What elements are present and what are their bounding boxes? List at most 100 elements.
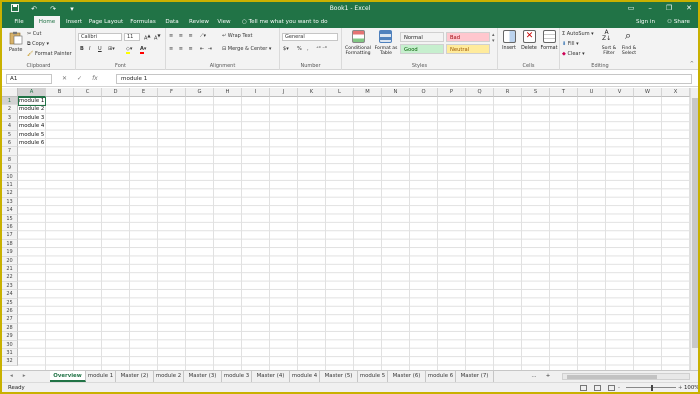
row-header-29[interactable]: 29 xyxy=(2,332,18,341)
close-icon[interactable]: ✕ xyxy=(686,4,692,12)
orientation-icon[interactable]: ⟋▾ xyxy=(200,33,206,39)
column-header-t[interactable]: T xyxy=(550,88,578,97)
delete-cells-button[interactable]: ✕ Delete xyxy=(520,30,538,60)
column-header-u[interactable]: U xyxy=(578,88,606,97)
row-header-10[interactable]: 10 xyxy=(2,172,18,181)
vertical-align-icons[interactable]: ≡ ≡ ≡ xyxy=(169,33,195,39)
row-header-13[interactable]: 13 xyxy=(2,197,18,207)
conditional-formatting-button[interactable]: Conditional Formatting xyxy=(344,30,372,62)
normal-view-icon[interactable] xyxy=(580,385,587,391)
column-header-d[interactable]: D xyxy=(102,88,130,97)
column-header-m[interactable]: M xyxy=(354,88,382,97)
row-header-17[interactable]: 17 xyxy=(2,231,18,240)
vertical-scroll-thumb[interactable] xyxy=(692,98,698,348)
share-button[interactable]: ⚇ Share xyxy=(667,16,690,28)
row-header-31[interactable]: 31 xyxy=(2,349,18,358)
row-header-25[interactable]: 25 xyxy=(2,298,18,307)
zoom-in-button[interactable]: + xyxy=(678,383,683,392)
column-header-f[interactable]: F xyxy=(158,88,186,97)
tab-insert[interactable]: Insert xyxy=(62,16,86,28)
cell-a4[interactable]: module 4 xyxy=(19,122,44,130)
style-normal[interactable]: Normal xyxy=(400,32,444,42)
more-sheets[interactable]: ... xyxy=(528,371,540,382)
cell-a2[interactable]: module 2 xyxy=(19,105,44,113)
row-header-1[interactable]: 1 xyxy=(2,97,18,106)
wrap-text-button[interactable]: ↵ Wrap Text xyxy=(222,33,253,39)
sheet-tab[interactable]: Master (3) xyxy=(184,371,222,382)
horizontal-scroll-thumb[interactable] xyxy=(567,375,657,379)
cell-a1[interactable]: module 1 xyxy=(19,97,44,105)
cancel-entry-icon[interactable]: ✕ xyxy=(62,74,67,84)
row-header-23[interactable]: 23 xyxy=(2,281,18,291)
insert-cells-button[interactable]: Insert xyxy=(500,30,518,60)
style-neutral[interactable]: Neutral xyxy=(446,44,490,54)
cell-a3[interactable]: module 3 xyxy=(19,114,44,122)
font-size-select[interactable]: 11 xyxy=(124,33,140,41)
row-header-14[interactable]: 14 xyxy=(2,206,18,215)
page-break-view-icon[interactable] xyxy=(608,385,615,391)
tab-formulas[interactable]: Formulas xyxy=(128,16,158,28)
sign-in-link[interactable]: Sign in xyxy=(636,16,655,28)
row-header-27[interactable]: 27 xyxy=(2,315,18,324)
format-as-table-button[interactable]: Format as Table xyxy=(374,30,398,62)
tab-home[interactable]: Home xyxy=(34,16,60,28)
row-header-2[interactable]: 2 xyxy=(2,105,18,114)
zoom-level[interactable]: 100% xyxy=(684,383,698,392)
column-header-c[interactable]: C xyxy=(74,88,102,97)
collapse-ribbon-icon[interactable]: ^ xyxy=(690,61,694,67)
column-header-i[interactable]: I xyxy=(242,88,270,97)
restore-icon[interactable]: ❐ xyxy=(666,4,672,12)
bold-button[interactable]: B xyxy=(80,46,84,52)
sheet-tab[interactable]: Overview xyxy=(50,371,86,382)
underline-button[interactable]: U xyxy=(98,46,102,52)
tell-me-box[interactable]: ○ Tell me what you want to do xyxy=(242,16,328,28)
styles-scroll-icon[interactable]: ▴ ▾ xyxy=(492,32,495,44)
copy-button[interactable]: ⧉ Copy ▾ xyxy=(27,41,49,47)
percent-button[interactable]: % xyxy=(297,46,302,52)
font-color-icon[interactable]: A▾ xyxy=(140,46,146,54)
column-header-a[interactable]: A xyxy=(18,88,46,97)
row-header-15[interactable]: 15 xyxy=(2,214,18,223)
comma-button[interactable]: , xyxy=(307,46,309,52)
row-header-6[interactable]: 6 xyxy=(2,139,18,148)
row-header-18[interactable]: 18 xyxy=(2,239,18,249)
sheet-tab[interactable]: Master (6) xyxy=(388,371,426,382)
row-header-8[interactable]: 8 xyxy=(2,155,18,165)
cell-a6[interactable]: module 6 xyxy=(19,139,44,147)
cell-area[interactable]: module 1 module 2 module 3 module 4 modu… xyxy=(18,97,690,370)
sheet-tab[interactable]: Master (5) xyxy=(320,371,358,382)
currency-button[interactable]: $▾ xyxy=(283,46,289,52)
zoom-out-button[interactable]: - xyxy=(618,383,620,392)
row-header-12[interactable]: 12 xyxy=(2,189,18,198)
cut-button[interactable]: ✂ Cut xyxy=(27,31,41,37)
column-header-o[interactable]: O xyxy=(410,88,438,97)
next-sheet-icon[interactable]: ▸ xyxy=(23,371,26,382)
column-header-n[interactable]: N xyxy=(382,88,410,97)
merge-center-button[interactable]: ⊟ Merge & Center ▾ xyxy=(222,46,271,52)
decimal-icons[interactable]: ⁺⁰ ⁻⁰ xyxy=(316,46,327,52)
sheet-tab[interactable]: Master (7) xyxy=(456,371,494,382)
row-header-3[interactable]: 3 xyxy=(2,113,18,123)
tab-page-layout[interactable]: Page Layout xyxy=(88,16,124,28)
sheet-tab[interactable]: Master (2) xyxy=(116,371,154,382)
column-header-w[interactable]: W xyxy=(634,88,662,97)
page-layout-view-icon[interactable] xyxy=(594,385,601,391)
sheet-tab[interactable]: module 6 xyxy=(426,371,456,382)
select-all-corner[interactable] xyxy=(2,88,18,97)
zoom-slider-knob[interactable] xyxy=(651,385,653,391)
italic-button[interactable]: I xyxy=(89,46,90,52)
sheet-tab[interactable]: module 5 xyxy=(358,371,388,382)
style-good[interactable]: Good xyxy=(400,44,444,54)
row-header-20[interactable]: 20 xyxy=(2,256,18,265)
horizontal-scrollbar[interactable] xyxy=(562,373,690,380)
column-header-s[interactable]: S xyxy=(522,88,550,97)
column-header-h[interactable]: H xyxy=(214,88,242,97)
tab-data[interactable]: Data xyxy=(162,16,182,28)
name-box[interactable]: A1 xyxy=(6,74,52,84)
add-sheet-button[interactable]: + xyxy=(542,371,554,382)
column-header-b[interactable]: B xyxy=(46,88,74,97)
column-header-l[interactable]: L xyxy=(326,88,354,97)
formula-input[interactable]: module 1 xyxy=(116,74,692,84)
minimize-icon[interactable]: – xyxy=(648,4,652,12)
find-select-button[interactable]: ⌕ Find & Select xyxy=(620,30,640,62)
